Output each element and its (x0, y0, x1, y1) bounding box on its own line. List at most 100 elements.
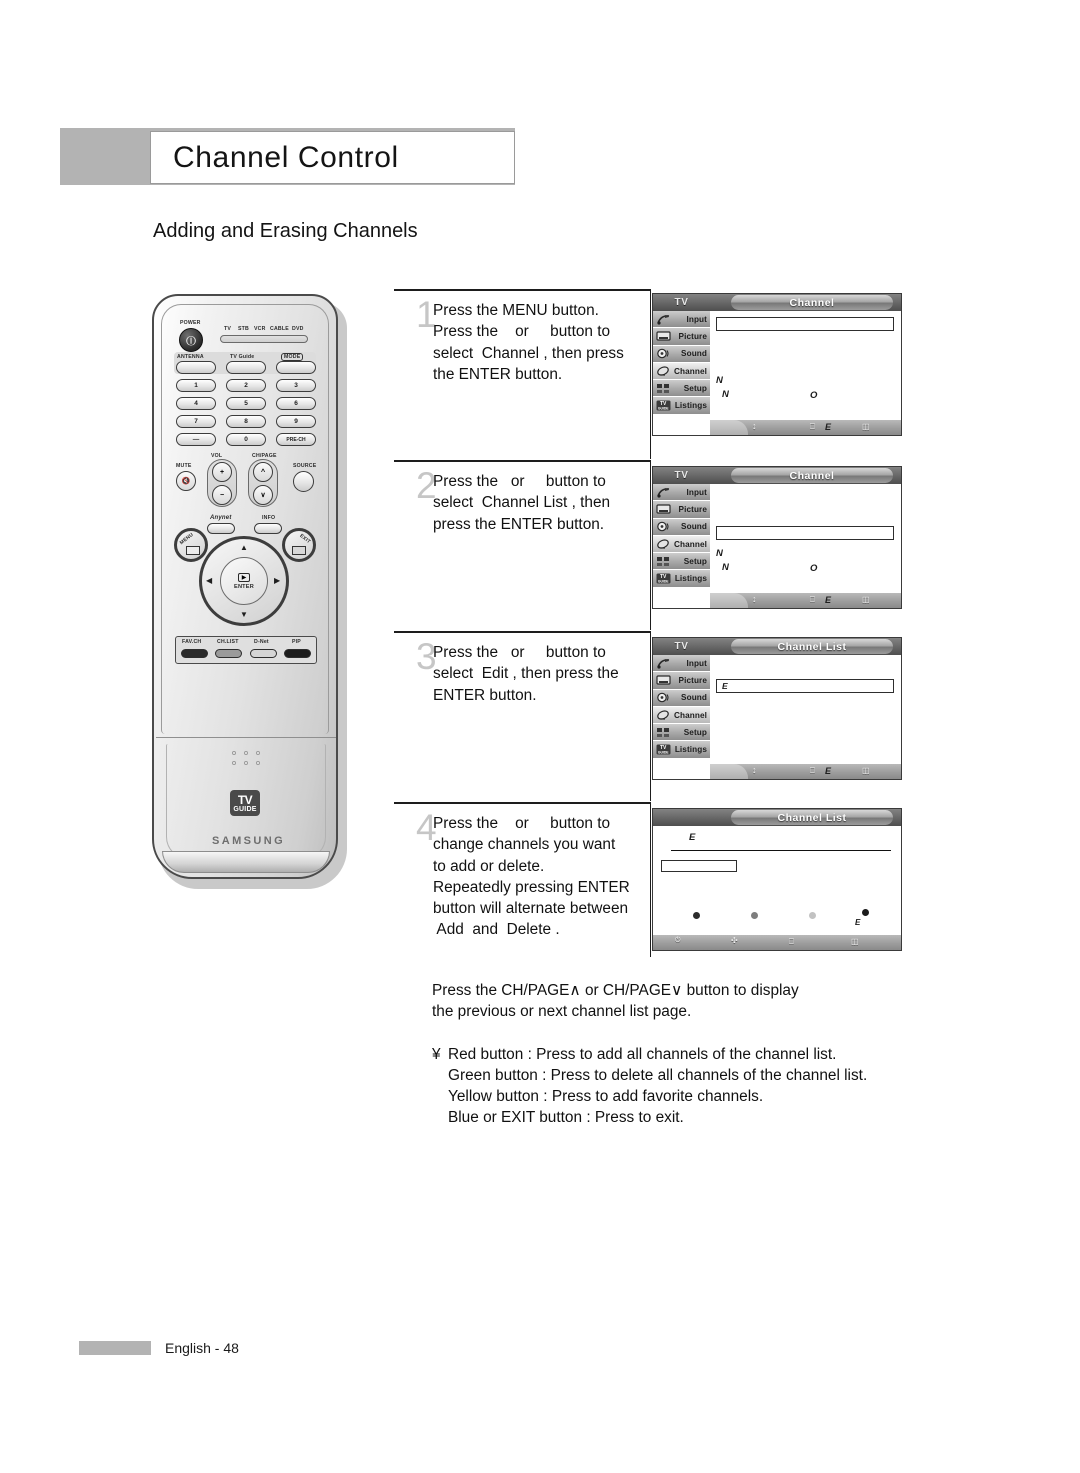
step-1-line-1: Press the MENU button. (433, 302, 599, 319)
antenna-label: ANTENNA (177, 354, 204, 360)
osd-sidebar-label-input: Input (686, 487, 707, 497)
osd-sidebar-item-channel[interactable]: Channel (653, 706, 710, 725)
key-7[interactable]: 7 (176, 415, 216, 428)
step-2-line-2: select Channel List , then (433, 494, 611, 512)
osd-sidebar-item-sound[interactable]: Sound (653, 518, 710, 536)
indicator-dot (256, 751, 260, 755)
channel-up-button[interactable]: ^ (253, 462, 273, 482)
chlist-button[interactable] (215, 649, 242, 658)
menu-icon: ◫ (862, 595, 870, 604)
channel-down-button[interactable]: ∨ (253, 485, 273, 505)
anynet-button[interactable] (207, 523, 235, 534)
key-prech[interactable]: PRE-CH (276, 433, 316, 446)
osd-sidebar-item-setup[interactable]: Setup (653, 380, 710, 398)
dnet-button[interactable] (250, 649, 277, 658)
key-3[interactable]: 3 (276, 379, 316, 392)
info-label: INFO (262, 515, 276, 521)
enter-icon: ⎕ (810, 422, 815, 431)
source-button[interactable] (293, 471, 314, 492)
notes-paragraph-line-1: Press the CH/PAGE∧ or CH/PAGE∨ button to… (432, 982, 799, 999)
osd-3-footbar-notch (710, 764, 748, 779)
osd-sidebar-label-listings: Listings (674, 574, 707, 584)
step-1-text: Press the MENU button. Press the or butt… (433, 300, 650, 385)
info-button[interactable] (254, 523, 282, 534)
key-1[interactable]: 1 (176, 379, 216, 392)
key-9[interactable]: 9 (276, 415, 316, 428)
osd-sidebar-item-setup[interactable]: Setup (653, 553, 710, 571)
osd-sidebar-item-input[interactable]: Input (653, 484, 710, 502)
exit-button[interactable]: EXIT (282, 528, 316, 562)
key-8[interactable]: 8 (226, 415, 266, 428)
step-1-line-3: select Channel , then press (433, 344, 624, 362)
menu-label: MENU (178, 531, 195, 547)
pip-label: PIP (292, 639, 301, 645)
step-1-line-2: Press the or button to (433, 323, 611, 341)
osd-4-dot-yellow (809, 912, 816, 919)
key-4[interactable]: 4 (176, 397, 216, 410)
volume-up-button[interactable]: + (212, 462, 232, 482)
nav-right-icon[interactable]: ▶ (274, 577, 280, 585)
key-5[interactable]: 5 (226, 397, 266, 410)
osd-3-selected-field[interactable]: E (716, 679, 894, 693)
mute-button[interactable]: 🔇 (176, 471, 196, 491)
menu-button[interactable]: MENU (174, 528, 208, 562)
key-2[interactable]: 2 (226, 379, 266, 392)
osd-2-selected-field[interactable] (716, 526, 894, 540)
key-0[interactable]: 0 (226, 433, 266, 446)
indicator-dot (244, 751, 248, 755)
header-title-box: Channel Control (150, 131, 515, 184)
power-button[interactable]: ⏼ (179, 328, 203, 352)
osd-sidebar-item-input[interactable]: Input (653, 655, 710, 673)
osd-1-titlebar: TV Channel (653, 294, 901, 311)
nav-left-icon[interactable]: ◀ (206, 577, 212, 585)
antenna-button[interactable] (176, 361, 216, 374)
enter-icon: ⎕ (810, 595, 815, 604)
step-1-line-4: the ENTER button. (433, 365, 563, 383)
tvguide-button[interactable] (226, 361, 266, 374)
osd-sidebar-item-listings[interactable]: TV GUIDE Listings (653, 397, 710, 415)
osd-3-tv-label: TV (674, 641, 689, 652)
osd-3-footbar: ↕ ⎕ E ◫ (710, 764, 901, 779)
indicator-dot (256, 761, 260, 765)
chlist-label: CH.LIST (217, 639, 239, 645)
osd-4-selection-box[interactable] (661, 860, 737, 872)
osd-screenshot-3: TV Channel List Input Picture Sound Chan… (652, 637, 902, 780)
tvguide-icon: TV GUIDE (655, 743, 672, 756)
osd-3-main: E ↕ ⎕ E ◫ (710, 655, 901, 779)
osd-sidebar-label-setup: Setup (683, 556, 707, 566)
satellite-dish-icon (655, 709, 672, 722)
osd-sidebar-item-listings[interactable]: TV GUIDE Listings (653, 570, 710, 588)
osd-sidebar-item-picture[interactable]: Picture (653, 328, 710, 346)
nav-up-icon[interactable]: ▲ (240, 544, 248, 552)
power-label: POWER (180, 320, 201, 326)
osd-sidebar-item-channel[interactable]: Channel (653, 362, 710, 381)
step-4-line-3: to add or delete. (433, 857, 545, 875)
mute-label: MUTE (176, 463, 192, 469)
svg-text:GUIDE: GUIDE (658, 751, 669, 755)
osd-sidebar-item-listings[interactable]: TV GUIDE Listings (653, 741, 710, 759)
osd-sidebar-item-sound[interactable]: Sound (653, 689, 710, 707)
osd-sidebar-label-setup: Setup (683, 383, 707, 393)
nav-down-icon[interactable]: ▼ (240, 611, 248, 619)
key-dash[interactable]: — (176, 433, 216, 446)
osd-sidebar-item-picture[interactable]: Picture (653, 501, 710, 519)
pip-button[interactable] (284, 649, 311, 658)
osd-sidebar-item-picture[interactable]: Picture (653, 672, 710, 690)
volume-down-button[interactable]: − (212, 485, 232, 505)
enter-button[interactable]: ▶ ENTER (220, 557, 268, 605)
osd-sidebar-item-setup[interactable]: Setup (653, 724, 710, 742)
favch-button[interactable] (181, 649, 208, 658)
osd-sidebar-item-channel[interactable]: Channel (653, 535, 710, 554)
picture-icon (655, 674, 672, 687)
osd-1-selected-field[interactable] (716, 317, 894, 331)
osd-2-foot-text: E (825, 595, 832, 605)
enter-icon: ⎕ (789, 937, 794, 946)
key-6[interactable]: 6 (276, 397, 316, 410)
osd-4-body: E E ⏻ ✣ ⎕ ◫ (653, 826, 901, 950)
osd-sidebar-item-sound[interactable]: Sound (653, 345, 710, 363)
step-3-text: Press the or button to select Edit , the… (433, 642, 650, 706)
mode-button[interactable] (276, 361, 316, 374)
osd-sidebar-item-input[interactable]: Input (653, 311, 710, 329)
page-title: Channel Control (173, 140, 399, 174)
osd-4-dot-blue (862, 909, 869, 916)
